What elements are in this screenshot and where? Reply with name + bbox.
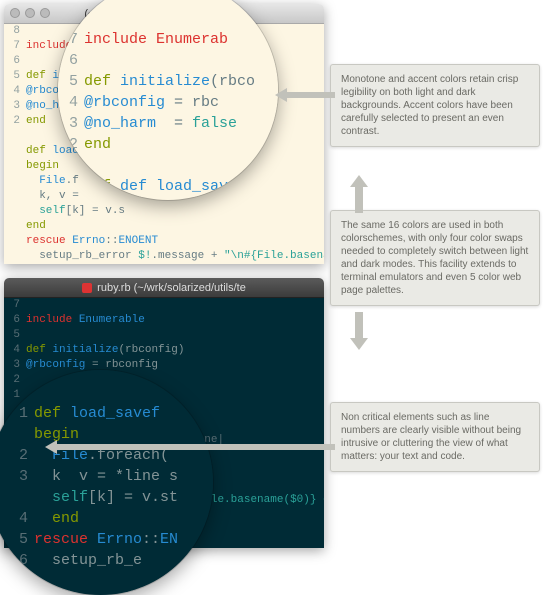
callout-line-numbers: Non critical elements such as line numbe… — [330, 402, 540, 472]
traffic-lights[interactable] — [10, 8, 50, 18]
dark-titlebar: ruby.rb (~/wrk/solarized/utils/te — [4, 278, 324, 298]
code-text: include Enumerab — [84, 31, 228, 48]
arrow-icon — [275, 88, 335, 102]
close-icon[interactable] — [10, 8, 20, 18]
light-gutter: 8765432 — [4, 24, 24, 264]
dark-title-text: ruby.rb (~/wrk/solarized/utils/te — [97, 282, 246, 294]
callout-accent-colors: Monotone and accent colors retain crisp … — [330, 64, 540, 147]
callout-text: The same 16 colors are used in both colo… — [341, 220, 528, 296]
dark-magnifier: 1 23 456 def load_savef begin File.forea… — [0, 370, 213, 595]
callout-text: Non critical elements such as line numbe… — [341, 412, 521, 462]
arrow-left-icon — [45, 440, 335, 454]
mag-dark-gutter: 1 23 456 — [8, 382, 32, 592]
line-number: 5 — [58, 71, 78, 92]
arrow-up-icon — [350, 175, 368, 213]
minimize-icon[interactable] — [25, 8, 35, 18]
callout-sixteen-colors: The same 16 colors are used in both colo… — [330, 210, 540, 306]
zoom-icon[interactable] — [40, 8, 50, 18]
callout-text: Monotone and accent colors retain crisp … — [341, 74, 518, 137]
mag-dark-code: def load_savef begin File.foreach( k v =… — [32, 382, 213, 592]
arrow-down-icon — [350, 312, 368, 350]
line-number: 4 — [58, 92, 78, 113]
ruby-file-icon — [82, 283, 92, 293]
